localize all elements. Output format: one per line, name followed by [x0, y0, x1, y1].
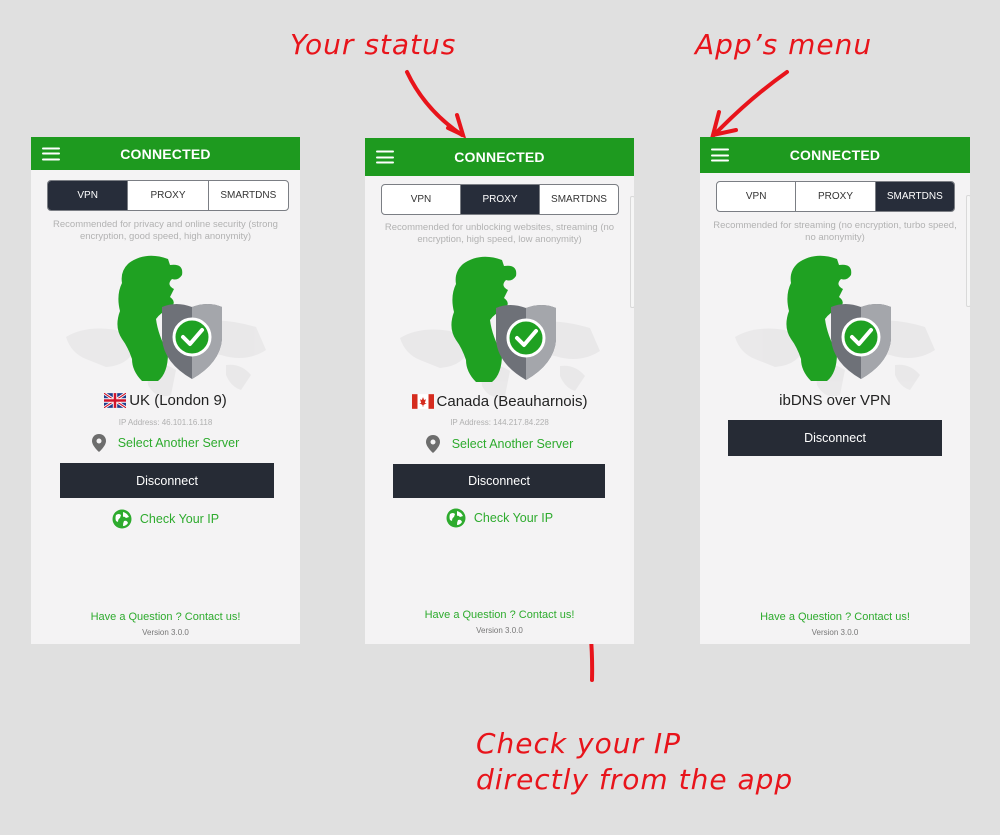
tab-proxy[interactable]: PROXY — [460, 185, 539, 214]
select-another-server-link[interactable]: Select Another Server — [31, 434, 300, 452]
location-pin-icon — [425, 435, 440, 453]
disconnect-button[interactable]: Disconnect — [393, 464, 605, 498]
app-header: CONNECTED — [365, 138, 634, 176]
status-arrow — [405, 70, 464, 137]
tab-smartdns[interactable]: SMARTDNS — [207, 181, 288, 210]
protection-illustration — [370, 256, 630, 406]
tab-smartdns[interactable]: SMARTDNS — [539, 185, 618, 214]
contact-us-link[interactable]: Have a Question ? Contact us! — [31, 611, 300, 623]
app-version: Version 3.0.0 — [142, 628, 189, 637]
protection-illustration — [36, 255, 296, 405]
app-header: CONNECTED — [31, 137, 300, 170]
tab-vpn[interactable]: VPN — [717, 182, 795, 211]
select-another-server-link[interactable]: Select Another Server — [365, 435, 634, 453]
ip-address: IP Address: 46.101.16.118 — [118, 418, 213, 427]
app-screen-smartdns: CONNECTED VPN PROXY SMARTDNS Recommended for… — [700, 137, 970, 644]
contact-us-link[interactable]: Have a Question ? Contact us! — [700, 611, 970, 623]
mode-description: Recommended for streaming (no encryption… — [713, 220, 957, 243]
app-screen-vpn: CONNECTED VPN PROXY SMARTDNS Recommended for… — [31, 137, 300, 644]
check-your-ip-link[interactable]: Check Your IP — [31, 509, 300, 529]
server-name: ibDNS over VPN — [779, 392, 891, 409]
mode-description: Recommended for privacy and online secur… — [53, 219, 278, 242]
scrollbar[interactable] — [966, 195, 970, 307]
mode-tabs: VPN PROXY SMARTDNS — [716, 181, 955, 212]
hamburger-menu-icon[interactable] — [376, 150, 394, 164]
connection-status: CONNECTED — [789, 147, 881, 163]
globe-icon — [446, 508, 466, 528]
app-version: Version 3.0.0 — [476, 626, 523, 635]
app-header: CONNECTED — [700, 137, 970, 173]
app-screen-proxy: CONNECTED VPN PROXY SMARTDNS Recommended for… — [365, 138, 634, 644]
tab-smartdns[interactable]: SMARTDNS — [874, 182, 954, 211]
select-server-label: Select Another Server — [451, 437, 574, 451]
tab-vpn[interactable]: VPN — [48, 181, 128, 210]
check-ip-label: Check Your IP — [139, 512, 220, 526]
server-location: ibDNS over VPN — [700, 392, 970, 409]
globe-icon — [112, 509, 132, 529]
mode-tabs: VPN PROXY SMARTDNS — [381, 184, 619, 215]
disconnect-button[interactable]: Disconnect — [728, 420, 942, 456]
uk-flag-icon — [104, 393, 127, 408]
connection-status: CONNECTED — [120, 145, 211, 162]
check-ip-label: Check Your IP — [473, 511, 554, 525]
hamburger-menu-icon[interactable] — [711, 148, 729, 162]
server-location: Canada (Beauharnois) — [365, 393, 634, 410]
server-name: UK (London 9) — [129, 392, 227, 409]
disconnect-button[interactable]: Disconnect — [60, 463, 274, 498]
check-your-ip-link[interactable]: Check Your IP — [365, 508, 634, 528]
connection-status: CONNECTED — [454, 149, 545, 165]
mode-tabs: VPN PROXY SMARTDNS — [47, 180, 289, 211]
protection-illustration — [705, 255, 965, 405]
location-pin-icon — [91, 434, 106, 452]
menu-arrow — [712, 70, 789, 137]
tab-proxy[interactable]: PROXY — [795, 182, 874, 211]
tab-proxy[interactable]: PROXY — [127, 181, 207, 210]
mode-description: Recommended for unblocking websites, str… — [384, 222, 615, 245]
server-name: Canada (Beauharnois) — [436, 393, 588, 410]
contact-us-link[interactable]: Have a Question ? Contact us! — [365, 609, 634, 621]
hamburger-menu-icon[interactable] — [42, 147, 60, 160]
tab-vpn[interactable]: VPN — [382, 185, 460, 214]
scrollbar[interactable] — [630, 196, 634, 308]
canada-flag-icon — [411, 394, 434, 409]
select-server-label: Select Another Server — [117, 436, 240, 450]
server-location: UK (London 9) — [31, 392, 300, 409]
ip-address: IP Address: 144.217.84.228 — [450, 418, 549, 427]
app-version: Version 3.0.0 — [811, 628, 859, 637]
